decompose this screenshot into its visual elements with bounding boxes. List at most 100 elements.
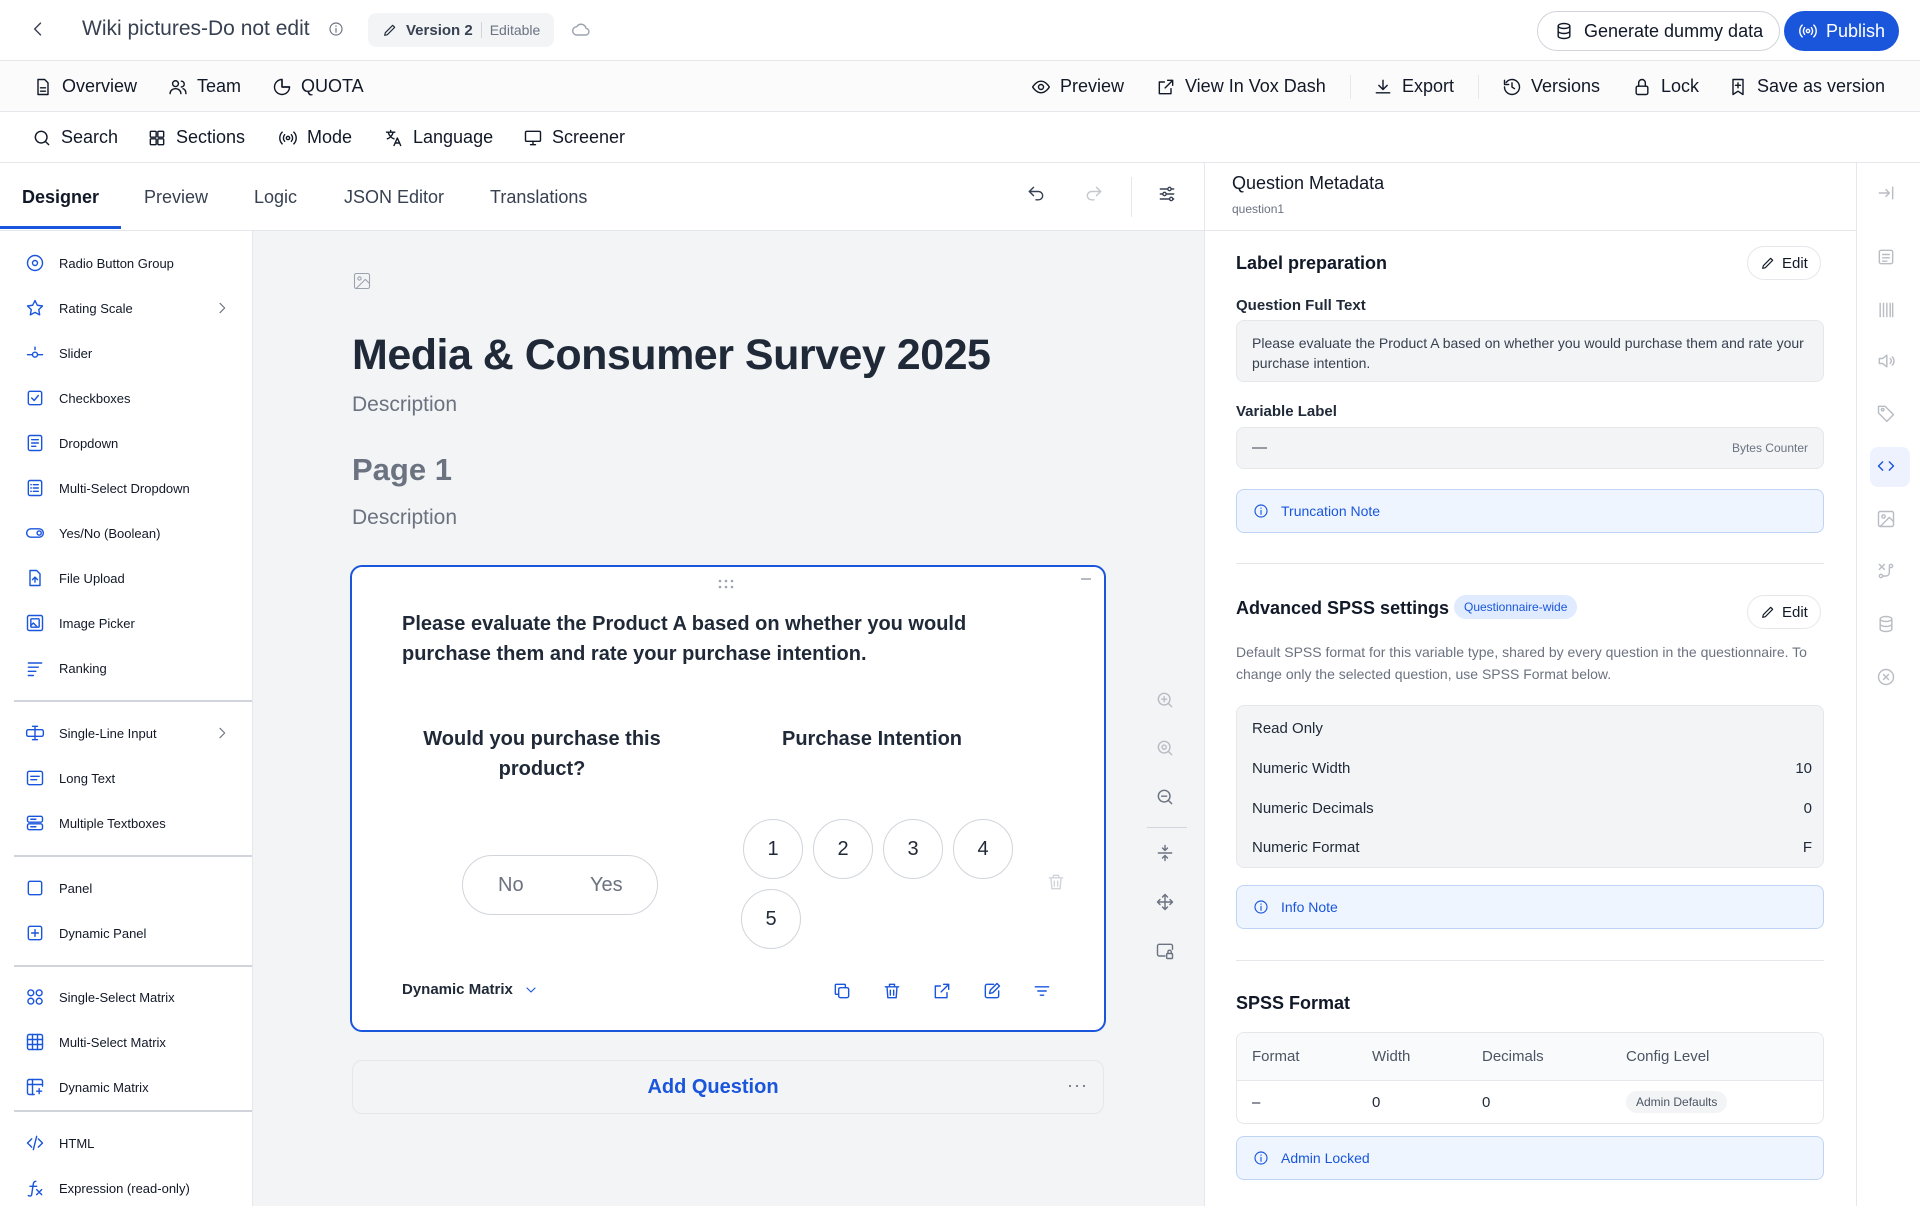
barcode-icon[interactable] [1876, 300, 1896, 320]
toolbar-language[interactable]: Language [384, 112, 493, 163]
toolbox-item-ranking[interactable]: Ranking [0, 648, 252, 688]
toolbox-item-long-text[interactable]: Long Text [0, 758, 252, 798]
toolbar-screener[interactable]: Screener [523, 112, 625, 163]
speaker-icon[interactable] [1876, 351, 1896, 371]
close-circle-icon[interactable] [1876, 667, 1896, 687]
survey-title[interactable]: Media & Consumer Survey 2025 [352, 331, 991, 380]
filter-icon[interactable] [1032, 981, 1052, 1001]
rating-option[interactable]: 2 [813, 819, 873, 879]
toolbox-item-slider[interactable]: Slider [0, 333, 252, 373]
page-description[interactable]: Description [352, 506, 457, 530]
toolbox-item-multi-select-matrix[interactable]: Multi-Select Matrix [0, 1022, 252, 1062]
question-full-text-field[interactable]: Please evaluate the Product A based on w… [1236, 320, 1824, 382]
nav-export[interactable]: Export [1373, 61, 1454, 112]
edit-note-icon[interactable] [982, 981, 1002, 1001]
question-card[interactable]: Please evaluate the Product A based on w… [350, 565, 1106, 1032]
info-note[interactable]: Info Note [1236, 885, 1824, 929]
toolbox-item-checkboxes[interactable]: Checkboxes [0, 378, 252, 418]
toolbox-item-dynamic-matrix[interactable]: Dynamic Matrix [0, 1067, 252, 1107]
duplicate-icon[interactable] [832, 981, 852, 1001]
truncation-note[interactable]: Truncation Note [1236, 489, 1824, 533]
list-icon[interactable] [1876, 247, 1896, 267]
delete-icon[interactable] [882, 981, 902, 1001]
toolbox-item-html[interactable]: HTML [0, 1123, 252, 1163]
undo-icon[interactable] [1026, 184, 1046, 204]
nav-save-as-version[interactable]: Save as version [1728, 61, 1885, 112]
collapse-panel-icon[interactable] [1876, 183, 1896, 203]
nav-overview[interactable]: Overview [33, 61, 137, 112]
toolbox-item-image-picker[interactable]: Image Picker [0, 603, 252, 643]
toolbar-search[interactable]: Search [32, 112, 118, 163]
toolbox-item-radio-button-group[interactable]: Radio Button Group [0, 243, 252, 283]
database-icon[interactable] [1876, 614, 1896, 634]
page-title[interactable]: Page 1 [352, 452, 452, 488]
toolbox-item-expression[interactable]: Expression (read-only) [0, 1168, 252, 1206]
toolbox-item-dropdown[interactable]: Dropdown [0, 423, 252, 463]
nav-team[interactable]: Team [168, 61, 241, 112]
collapse-all-icon[interactable] [1155, 843, 1175, 863]
info-icon[interactable] [328, 21, 344, 37]
label-preparation-edit-button[interactable]: Edit [1747, 246, 1821, 280]
drag-handle-icon[interactable] [718, 579, 734, 589]
code-icon[interactable] [1876, 456, 1896, 476]
tab-json-editor[interactable]: JSON Editor [344, 163, 444, 231]
advanced-spss-edit-button[interactable]: Edit [1747, 595, 1821, 629]
nav-lock[interactable]: Lock [1632, 61, 1699, 112]
admin-locked-note[interactable]: Admin Locked [1236, 1136, 1824, 1180]
more-options-icon[interactable]: ··· [1067, 1075, 1088, 1096]
rating-option[interactable]: 1 [743, 819, 803, 879]
toggle-option-yes[interactable]: Yes [590, 874, 623, 897]
sliders-icon[interactable] [1157, 184, 1177, 204]
survey-description[interactable]: Description [352, 393, 457, 417]
branch-icon[interactable] [1876, 561, 1896, 581]
open-external-icon[interactable] [932, 981, 952, 1001]
tab-preview[interactable]: Preview [144, 163, 208, 231]
toolbar-sections[interactable]: Sections [147, 112, 245, 163]
add-question-button[interactable]: Add Question ··· [352, 1060, 1104, 1114]
variable-label-field[interactable]: — Bytes Counter [1236, 427, 1824, 469]
nav-quota[interactable]: QUOTA [272, 61, 364, 112]
toolbox-item-single-line-input[interactable]: Single-Line Input [0, 713, 252, 753]
matrix-column-header[interactable]: Would you purchase this product? [422, 724, 662, 784]
image-settings-icon[interactable] [1876, 509, 1896, 529]
toolbox-item-single-select-matrix[interactable]: Single-Select Matrix [0, 977, 252, 1017]
nav-versions[interactable]: Versions [1502, 61, 1600, 112]
expand-all-icon[interactable] [1155, 892, 1175, 912]
toggle-option-no[interactable]: No [498, 874, 524, 897]
chevron-right-icon[interactable] [214, 300, 230, 316]
version-selector[interactable]: Version 2 Editable [368, 13, 555, 47]
tab-translations[interactable]: Translations [490, 163, 587, 231]
toolbox-item-rating-scale[interactable]: Rating Scale [0, 288, 252, 328]
chevron-right-icon[interactable] [214, 725, 230, 741]
nav-preview[interactable]: Preview [1031, 61, 1124, 112]
zoom-reset-icon[interactable] [1155, 738, 1175, 758]
toolbox-item-panel[interactable]: Panel [0, 868, 252, 908]
rating-option[interactable]: 4 [953, 819, 1013, 879]
matrix-column-header[interactable]: Purchase Intention [742, 724, 1002, 754]
tab-logic[interactable]: Logic [254, 163, 297, 231]
tag-icon[interactable] [1876, 403, 1896, 423]
toolbox-item-yes-no-boolean[interactable]: Yes/No (Boolean) [0, 513, 252, 553]
toolbox-item-multi-select-dropdown[interactable]: Multi-Select Dropdown [0, 468, 252, 508]
nav-view-in-vox-dash[interactable]: View In Vox Dash [1156, 61, 1326, 112]
toolbar-mode[interactable]: Mode [278, 112, 352, 163]
zoom-out-icon[interactable] [1155, 787, 1175, 807]
collapse-icon[interactable] [1080, 577, 1092, 581]
lock-screen-icon[interactable] [1155, 941, 1175, 961]
image-placeholder-icon[interactable] [352, 271, 372, 291]
tab-designer[interactable]: Designer [22, 163, 99, 231]
back-arrow-icon[interactable] [28, 19, 52, 43]
publish-button[interactable]: Publish [1784, 11, 1900, 51]
trash-icon[interactable] [1046, 872, 1066, 892]
toolbox-item-file-upload[interactable]: File Upload [0, 558, 252, 598]
toolbox-item-dynamic-panel[interactable]: Dynamic Panel [0, 913, 252, 953]
rating-option[interactable]: 5 [741, 889, 801, 949]
toolbox-item-multiple-textboxes[interactable]: Multiple Textboxes [0, 803, 252, 843]
generate-dummy-data-button[interactable]: Generate dummy data [1537, 11, 1781, 51]
question-title[interactable]: Please evaluate the Product A based on w… [402, 609, 1002, 669]
rating-option[interactable]: 3 [883, 819, 943, 879]
yes-no-toggle[interactable]: No Yes [462, 855, 658, 915]
redo-icon[interactable] [1084, 184, 1104, 204]
zoom-in-icon[interactable] [1155, 690, 1175, 710]
question-type-dropdown[interactable]: Dynamic Matrix [402, 981, 539, 998]
